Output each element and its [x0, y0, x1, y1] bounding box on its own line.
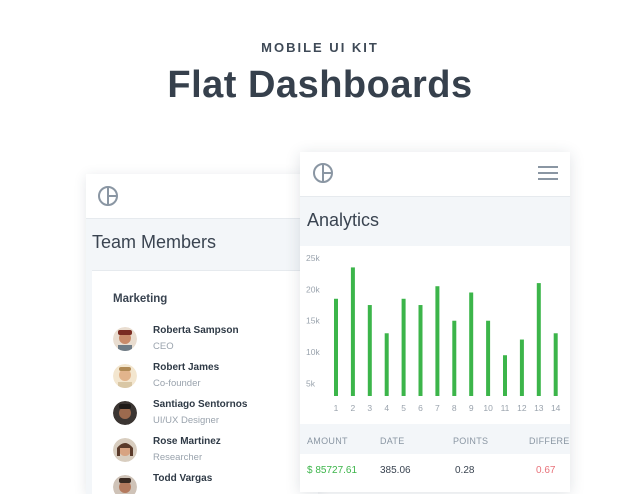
chart-bar[interactable] [503, 355, 507, 396]
kit-label: MOBILE UI KIT [261, 40, 379, 55]
analytics-card: Analytics 5k 10k 15k 20k 25k 1 2 3 4 5 6 7 8 9 10 11 12 1… [300, 152, 570, 492]
chart-bar[interactable] [367, 305, 372, 396]
list-item[interactable]: Santiago Sentornos UI/UX Designer [113, 399, 313, 431]
column-header-amount[interactable]: AMOUNT [307, 436, 348, 446]
member-name: Todd Vargas [153, 473, 213, 484]
y-tick-label: 10k [306, 347, 320, 357]
avatar [113, 327, 137, 351]
x-tick-label: 7 [435, 403, 440, 413]
column-header-difference[interactable]: DIFFEREN [529, 436, 570, 446]
x-tick-label: 2 [351, 403, 356, 413]
column-header-points[interactable]: POINTS [453, 436, 488, 446]
chart-bar[interactable] [350, 267, 355, 396]
table-header: AMOUNT DATE POINTS DIFFEREN [300, 428, 570, 454]
member-name: Santiago Sentornos [153, 399, 248, 410]
bar-chart: 5k10k15k20k25k1 2 3 4 5 6 7 8 9 10 11 12 13 14 [306, 253, 561, 413]
x-tick-label: 12 [517, 403, 527, 413]
y-tick-label: 20k [306, 284, 320, 294]
cell-date: 385.06 [380, 465, 411, 476]
chart-bar[interactable] [452, 320, 457, 396]
chart-bar[interactable] [435, 286, 440, 396]
group-title: Marketing [113, 293, 168, 305]
list-item[interactable]: Roberta Sampson CEO [113, 325, 313, 357]
x-tick-label: 13 [534, 403, 544, 413]
x-tick-label: 9 [469, 403, 474, 413]
x-tick-label: 11 [501, 403, 510, 413]
x-tick-label: 8 [452, 403, 457, 413]
column-header-date[interactable]: DATE [380, 436, 405, 446]
chart-bar[interactable] [536, 283, 541, 396]
team-members-title: Team Members [92, 232, 217, 252]
logo-icon[interactable] [313, 163, 333, 183]
cell-points: 0.28 [455, 465, 475, 476]
y-tick-label: 25k [306, 253, 320, 263]
table-row[interactable]: $ 85727.61 385.06 0.28 0.67 [300, 454, 570, 492]
x-tick-label: 6 [418, 403, 423, 413]
member-name: Rose Martinez [153, 436, 221, 447]
list-item[interactable]: Robert James Co-founder [113, 362, 313, 394]
member-name: Roberta Sampson [153, 325, 239, 336]
logo-icon[interactable] [98, 186, 118, 206]
chart-bar[interactable] [384, 333, 389, 396]
x-tick-label: 10 [483, 403, 493, 413]
member-role: Researcher [153, 452, 203, 463]
chart-bar[interactable] [418, 305, 423, 396]
y-tick-label: 15k [306, 316, 320, 326]
x-tick-label: 14 [551, 403, 561, 413]
member-name: Robert James [153, 362, 220, 373]
member-role: UI/UX Designer [153, 415, 219, 426]
y-tick-label: 5k [306, 378, 316, 388]
chart-bar[interactable] [469, 292, 474, 397]
analytics-title: Analytics [307, 210, 380, 230]
chart-bar[interactable] [486, 320, 491, 396]
chart-bar[interactable] [401, 298, 406, 396]
cell-difference: 0.67 [536, 465, 556, 476]
team-members-card: Team Members Marketing Roberta Sampson C… [86, 174, 318, 494]
cell-amount: $ 85727.61 [307, 465, 358, 476]
x-tick-label: 3 [367, 403, 372, 413]
x-tick-label: 5 [401, 403, 406, 413]
analytics-card-topbar [300, 152, 570, 197]
x-tick-label: 1 [334, 403, 339, 413]
members-panel: Marketing Roberta Sampson CEO Robert Jam… [92, 270, 318, 494]
page-title: Flat Dashboards [167, 64, 473, 106]
avatar [113, 364, 137, 388]
avatar [113, 475, 137, 494]
chart-bar[interactable] [334, 298, 338, 396]
chart-bar[interactable] [553, 333, 558, 396]
member-role: CEO [153, 341, 174, 352]
chart-bar[interactable] [519, 339, 524, 396]
x-tick-label: 4 [384, 403, 389, 413]
team-card-topbar [86, 174, 318, 219]
member-role: Co-founder [153, 378, 201, 389]
avatar [113, 401, 137, 425]
avatar [113, 438, 137, 462]
list-item[interactable]: Rose Martinez Researcher [113, 436, 313, 468]
analytics-chart: 5k 10k 15k 20k 25k 1 2 3 4 5 6 7 8 9 10 11 12 13 14 [300, 246, 570, 424]
hamburger-menu-icon[interactable] [538, 166, 558, 180]
